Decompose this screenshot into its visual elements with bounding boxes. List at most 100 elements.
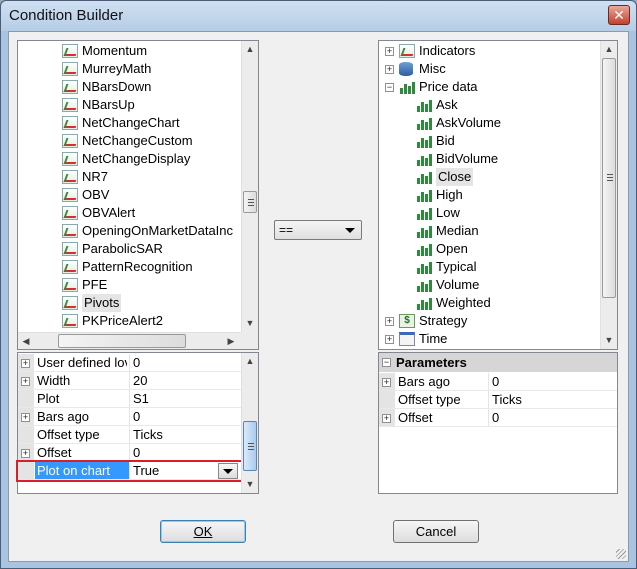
property-value[interactable]: 0	[129, 444, 242, 462]
property-value[interactable]: True	[129, 462, 229, 480]
bar-chart-icon	[416, 152, 432, 166]
parameter-value[interactable]: Ticks	[488, 391, 616, 409]
indicator-list-item-label: OpeningOnMarketDataInc	[82, 223, 234, 238]
property-row[interactable]: + Bars ago 0	[18, 408, 242, 426]
parameters-header-label: Parameters	[396, 355, 467, 370]
indicator-list-item-label: NetChangeCustom	[82, 133, 193, 148]
scroll-down-icon[interactable]: ▼	[242, 476, 258, 492]
parameter-value[interactable]: 0	[488, 409, 616, 427]
parameters-header: − Parameters	[379, 353, 617, 372]
data-series-vscrollbar[interactable]: ▲ ▼	[600, 41, 617, 349]
indicator-list-panel[interactable]: Momentum MurreyMath NBarsDown NBarsUp NetCha…	[17, 40, 259, 350]
property-row[interactable]: + Width 20	[18, 372, 242, 390]
data-series-tree-panel[interactable]: + Indicators + Misc − Price data Ask AskVolume B…	[378, 40, 618, 350]
data-series-item-label: Misc	[419, 61, 446, 76]
indicator-list-item-label: PatternRecognition	[82, 259, 193, 274]
scroll-up-icon[interactable]: ▲	[601, 41, 617, 57]
scroll-left-icon[interactable]: ◀	[18, 333, 34, 349]
bar-chart-icon	[416, 242, 432, 256]
scroll-down-icon[interactable]: ▼	[242, 315, 258, 331]
expand-icon[interactable]: +	[385, 335, 394, 344]
parameters-grid[interactable]: − Parameters + Bars ago 0 Offset type Ticks +…	[378, 352, 618, 494]
scroll-up-icon[interactable]: ▲	[242, 353, 258, 369]
cancel-button-label: Cancel	[415, 524, 457, 539]
data-series-item-label: BidVolume	[436, 151, 499, 166]
indicator-list-item-label: PFE	[82, 277, 108, 292]
property-value[interactable]: 20	[129, 372, 242, 390]
scroll-thumb[interactable]	[243, 421, 257, 471]
indicator-chart-icon	[62, 170, 78, 184]
expand-icon[interactable]: +	[21, 377, 30, 386]
parameter-name: Offset	[398, 410, 433, 425]
operator-dropdown[interactable]: ==	[274, 220, 362, 240]
collapse-icon[interactable]: −	[385, 83, 394, 92]
title-bar[interactable]: Condition Builder ✕	[1, 1, 636, 31]
property-value[interactable]: S1	[129, 390, 242, 408]
indicator-chart-icon	[62, 134, 78, 148]
expand-icon[interactable]: +	[21, 449, 30, 458]
indicator-list-hscrollbar[interactable]: ◀ ▶	[18, 332, 241, 349]
operator-value: ==	[279, 223, 294, 237]
property-gutter: +	[18, 408, 34, 426]
expand-icon[interactable]: +	[382, 414, 391, 423]
parameter-name: Offset type	[398, 392, 461, 407]
scroll-thumb[interactable]	[243, 191, 257, 213]
parameter-value[interactable]: 0	[488, 373, 616, 391]
property-gutter: +	[379, 373, 395, 391]
property-name: Plot	[37, 391, 60, 406]
data-series-item-label: Low	[436, 205, 460, 220]
property-row[interactable]: Offset type Ticks	[18, 426, 242, 444]
collapse-icon[interactable]: −	[382, 358, 391, 367]
value-dropdown-button[interactable]	[218, 463, 238, 479]
data-series-item-label: Price data	[419, 79, 478, 94]
expand-icon[interactable]: +	[21, 413, 30, 422]
data-series-item-label: Ask	[436, 97, 458, 112]
indicator-chart-icon	[62, 152, 78, 166]
bar-chart-icon	[416, 260, 432, 274]
property-gutter	[18, 462, 34, 480]
expand-icon[interactable]: +	[385, 47, 394, 56]
property-row[interactable]: Plot S1	[18, 390, 242, 408]
indicator-chart-icon	[62, 278, 78, 292]
expand-icon[interactable]: +	[385, 65, 394, 74]
scroll-down-icon[interactable]: ▼	[601, 332, 617, 348]
scroll-right-icon[interactable]: ▶	[223, 333, 239, 349]
expand-icon[interactable]: +	[385, 317, 394, 326]
data-series-item-label: Bid	[436, 133, 455, 148]
hscroll-thumb[interactable]	[58, 334, 186, 348]
data-series-item-label: Typical	[436, 259, 477, 274]
parameter-row[interactable]: + Bars ago 0	[379, 373, 617, 391]
expand-icon[interactable]: +	[21, 359, 30, 368]
resize-grip-icon[interactable]	[616, 549, 626, 559]
bar-chart-icon	[416, 116, 432, 130]
scroll-thumb[interactable]	[602, 58, 616, 298]
indicator-list-item-label: Momentum	[82, 43, 148, 58]
indicator-chart-icon	[62, 224, 78, 238]
indicator-list-vscrollbar[interactable]: ▲ ▼	[241, 41, 258, 333]
property-row[interactable]: Plot on chart True	[16, 460, 244, 482]
time-icon	[399, 332, 415, 346]
property-value[interactable]: Ticks	[129, 426, 242, 444]
parameter-row[interactable]: Offset type Ticks	[379, 391, 617, 409]
close-icon[interactable]: ✕	[608, 5, 630, 25]
indicator-list-item-label: NBarsDown	[82, 79, 152, 94]
scroll-up-icon[interactable]: ▲	[242, 41, 258, 57]
cancel-button[interactable]: Cancel	[393, 520, 479, 543]
ok-button[interactable]: OK	[160, 520, 246, 543]
properties-vscrollbar[interactable]: ▲ ▼	[241, 353, 258, 493]
parameter-row[interactable]: + Offset 0	[379, 409, 617, 427]
property-gutter	[379, 391, 395, 409]
property-row[interactable]: + Offset 0	[18, 444, 242, 462]
data-series-item-label: AskVolume	[436, 115, 502, 130]
property-value[interactable]: 0	[129, 408, 242, 426]
expand-icon[interactable]: +	[382, 378, 391, 387]
indicator-chart-icon	[62, 260, 78, 274]
property-value[interactable]: 0	[129, 354, 242, 372]
bar-chart-icon	[416, 206, 432, 220]
indicator-properties-grid[interactable]: + User defined lov 0 + Width 20 Plot S1 + Bars ag…	[16, 352, 259, 494]
indicator-list-item-label: ParabolicSAR	[82, 241, 163, 256]
chevron-down-icon	[223, 469, 233, 474]
indicator-chart-icon	[62, 44, 78, 58]
property-row[interactable]: + User defined lov 0	[18, 354, 242, 372]
bar-chart-icon	[416, 278, 432, 292]
